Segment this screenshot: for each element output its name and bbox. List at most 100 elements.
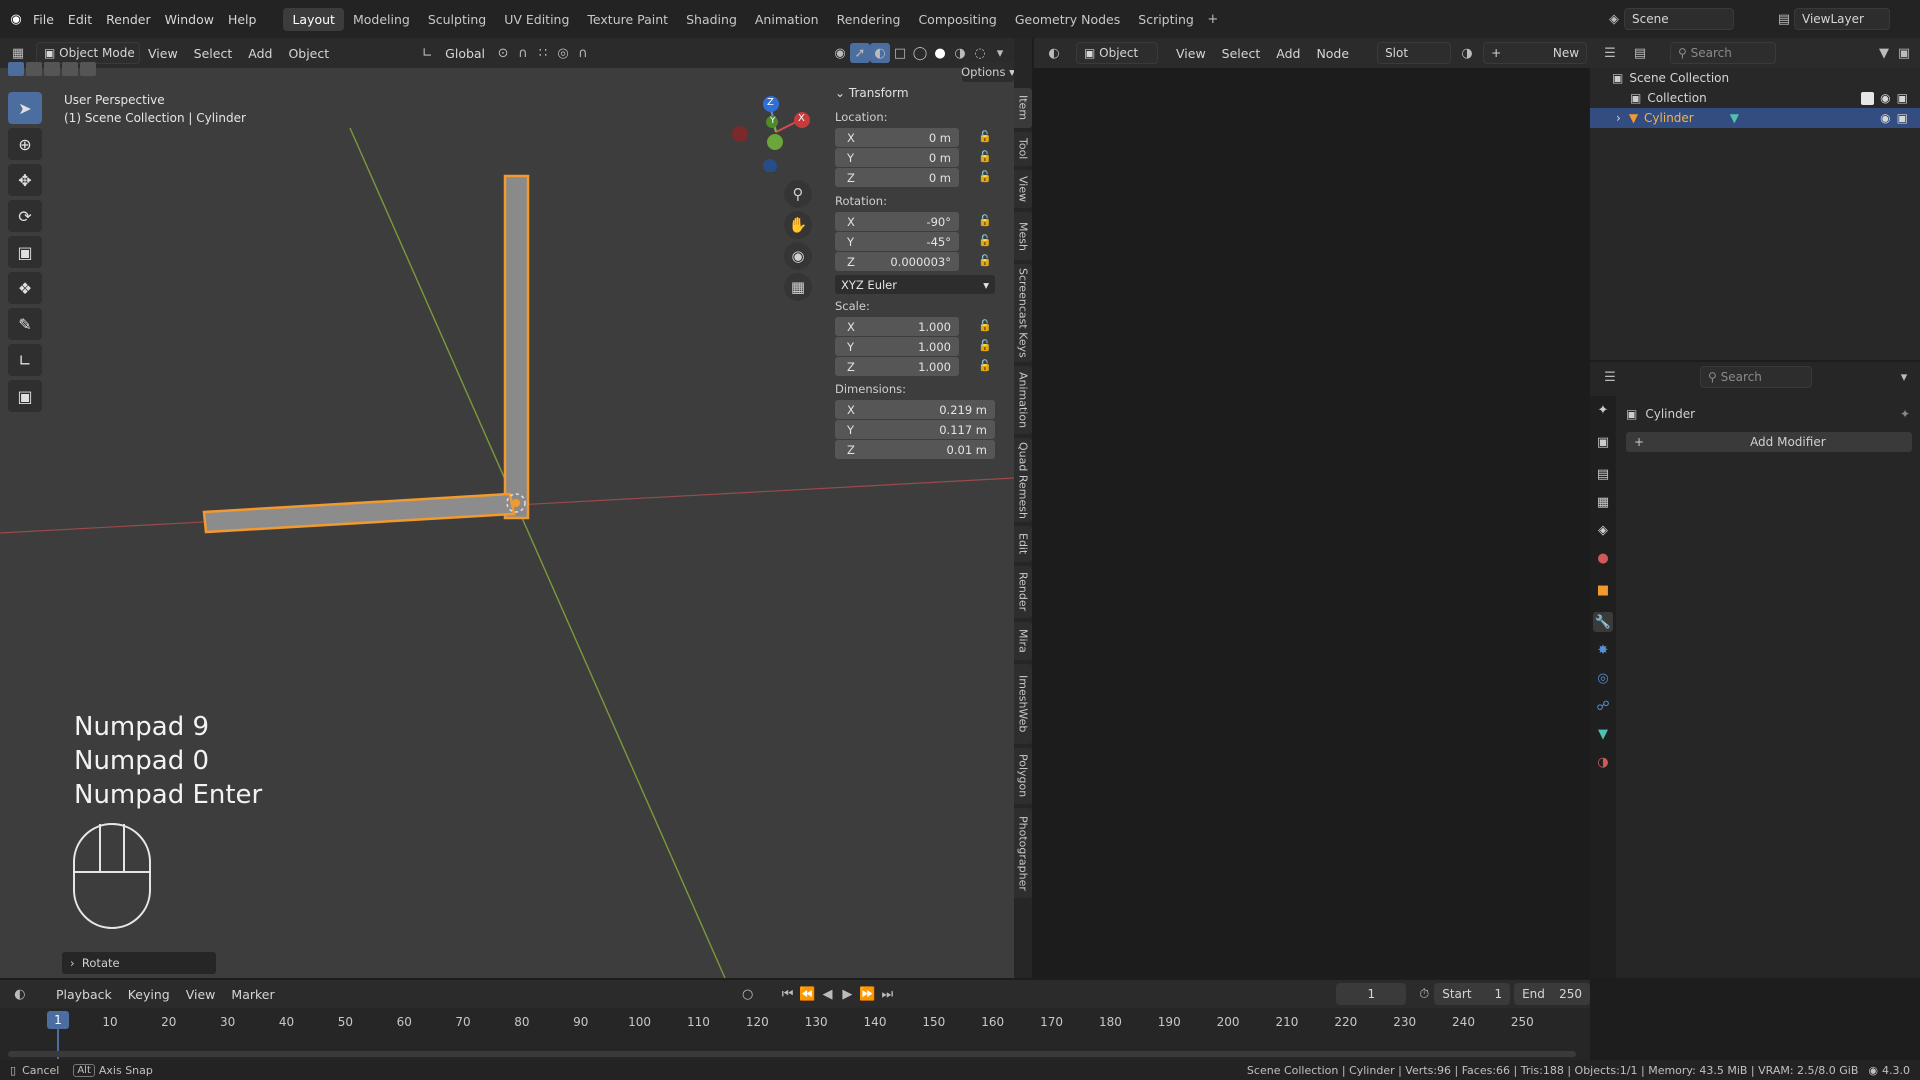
editor-type-icon[interactable]: ☰ [1600,367,1620,387]
3d-viewport[interactable]: ▦ ▣ Object Mode View Select Add Object ∟… [0,38,1014,978]
annotate-tool-icon[interactable]: ✎ [8,308,42,340]
sidebar-tab-tool[interactable]: Tool [1014,132,1032,166]
timeline-menu-playback[interactable]: Playback [48,987,120,1002]
move-tool-icon[interactable]: ✥ [8,164,42,196]
transform-header[interactable]: ⌄ Transform [835,86,909,100]
expand-arrow-icon[interactable]: › [1616,111,1621,125]
last-operator-panel[interactable]: › Rotate [62,952,216,974]
tab-scripting[interactable]: Scripting [1129,8,1203,31]
display-mode-icon[interactable]: ▤ [1630,43,1650,63]
shader-menu-select[interactable]: Select [1214,46,1269,61]
lock-icon[interactable]: 🔓 [978,214,992,228]
tool-tab-icon[interactable]: ✦ [1593,400,1613,420]
eye-icon[interactable]: ◉ [1880,91,1890,105]
auto-key-icon[interactable]: ○ [738,984,758,1004]
physics-tab-icon[interactable]: ◎ [1593,668,1613,688]
properties-editor[interactable]: ☰ ⚲ Search ▾ ✦ ▣ ▤ ▦ ◈ ● ■ 🔧 ✸ ◎ ☍ ▼ ◑ ▣… [1590,362,1920,978]
transform-tool-icon[interactable]: ❖ [8,272,42,304]
new-collection-icon[interactable]: ▣ [1894,43,1914,63]
rotation-mode-dropdown[interactable]: XYZ Euler ▾ [835,275,995,294]
shader-menu-add[interactable]: Add [1268,46,1308,61]
lock-icon[interactable]: 🔓 [978,170,992,184]
view-layer-tab-icon[interactable]: ▦ [1593,492,1613,512]
lock-icon[interactable]: 🔓 [978,254,992,268]
jump-end-icon[interactable]: ⏭ [877,984,897,1004]
rotation-x-field[interactable]: X -90° [835,212,959,231]
sidebar-tab-item[interactable]: Item [1014,88,1032,128]
measure-tool-icon[interactable]: ∟ [8,344,42,376]
scale-y-field[interactable]: Y 1.000 [835,337,959,356]
dimensions-x-field[interactable]: X 0.219 m [835,400,995,419]
rotation-z-field[interactable]: Z 0.000003° [835,252,959,271]
dimensions-z-field[interactable]: Z 0.01 m [835,440,995,459]
material-tab-icon[interactable]: ◑ [1593,752,1613,772]
shader-menu-node[interactable]: Node [1308,46,1357,61]
pin-icon[interactable]: ✦ [1900,407,1910,421]
sidebar-tab-mesh[interactable]: Mesh [1014,212,1032,260]
rotation-y-field[interactable]: Y -45° [835,232,959,251]
perspective-toggle-icon[interactable]: ▦ [784,273,812,301]
data-tab-icon[interactable]: ▼ [1593,724,1613,744]
end-frame-field[interactable]: End 250 [1514,983,1590,1005]
slot-selector[interactable]: Slot [1377,42,1452,64]
sidebar-tab-animation[interactable]: Animation [1014,366,1032,434]
output-tab-icon[interactable]: ▤ [1593,464,1613,484]
cursor-tool-icon[interactable]: ⊕ [8,128,42,160]
tab-modeling[interactable]: Modeling [344,8,419,31]
menu-help[interactable]: Help [221,12,264,27]
sidebar-tab-render[interactable]: Render [1014,566,1032,618]
stopwatch-icon[interactable]: ⏱ [1414,984,1434,1004]
checkbox-icon[interactable] [1861,91,1875,105]
modifier-tab-icon[interactable]: 🔧 [1593,612,1613,632]
tab-compositing[interactable]: Compositing [909,8,1005,31]
camera-view-icon[interactable]: ◉ [784,242,812,270]
editor-type-icon[interactable]: ◐ [10,984,30,1004]
filter-icon[interactable]: ▼ [1874,43,1894,63]
add-workspace-icon[interactable]: + [1203,9,1223,29]
location-y-field[interactable]: Y 0 m [835,148,959,167]
scale-tool-icon[interactable]: ▣ [8,236,42,268]
play-icon[interactable]: ▶ [837,984,857,1004]
sidebar-tab-photographer[interactable]: Photographer [1014,808,1032,898]
blender-logo-icon[interactable]: ◉ [6,9,26,29]
pan-hand-icon[interactable]: ✋ [784,211,812,239]
lock-icon[interactable]: 🔓 [978,130,992,144]
world-tab-icon[interactable]: ● [1593,548,1613,568]
tab-layout[interactable]: Layout [283,7,344,31]
play-reverse-icon[interactable]: ◀ [817,984,837,1004]
constraints-tab-icon[interactable]: ☍ [1593,696,1613,716]
select-box-tool-icon[interactable]: ➤ [8,92,42,124]
playhead[interactable]: 1 [47,1011,69,1029]
new-material-button[interactable]: + New [1483,42,1588,64]
outliner-collection[interactable]: ▣ Collection ◉ ▣ [1590,88,1920,108]
start-frame-field[interactable]: Start 1 [1434,983,1511,1005]
sidebar-tab-mira[interactable]: Mira [1014,622,1032,660]
properties-search-input[interactable]: ⚲ Search [1700,366,1812,388]
outliner-search-input[interactable]: ⚲ Search [1670,42,1776,64]
jump-keyframe-forward-icon[interactable]: ⏩ [857,984,877,1004]
add-modifier-button[interactable]: + Add Modifier [1626,432,1912,452]
current-frame-field[interactable]: 1 [1336,983,1407,1005]
particles-tab-icon[interactable]: ✸ [1593,640,1613,660]
sidebar-tab-polygon[interactable]: Polygon [1014,748,1032,804]
editor-type-icon[interactable]: ◐ [1044,43,1064,63]
lock-icon[interactable]: 🔓 [978,359,992,373]
dimensions-y-field[interactable]: Y 0.117 m [835,420,995,439]
camera-icon[interactable]: ▣ [1897,111,1908,125]
shader-type-selector[interactable]: ▣ Object [1076,42,1158,64]
sidebar-tab-imeshweb[interactable]: ImeshWeb [1014,664,1032,744]
sidebar-tab-quad-remesh[interactable]: Quad Remesh [1014,438,1032,522]
view-layer-selector[interactable]: ViewLayer [1794,8,1890,30]
eye-icon[interactable]: ◉ [1880,111,1890,125]
editor-type-icon[interactable]: ☰ [1600,43,1620,63]
tab-animation[interactable]: Animation [746,8,828,31]
tab-rendering[interactable]: Rendering [828,8,910,31]
navigation-gizmo[interactable]: Z X Y [728,90,810,173]
rotate-tool-icon[interactable]: ⟳ [8,200,42,232]
sidebar-tab-edit[interactable]: Edit [1014,526,1032,562]
lock-icon[interactable]: 🔓 [978,234,992,248]
sidebar-tab-screencast-keys[interactable]: Screencast Keys [1014,264,1032,362]
shader-menu-view[interactable]: View [1168,46,1214,61]
lock-icon[interactable]: 🔓 [978,339,992,353]
scale-z-field[interactable]: Z 1.000 [835,357,959,376]
